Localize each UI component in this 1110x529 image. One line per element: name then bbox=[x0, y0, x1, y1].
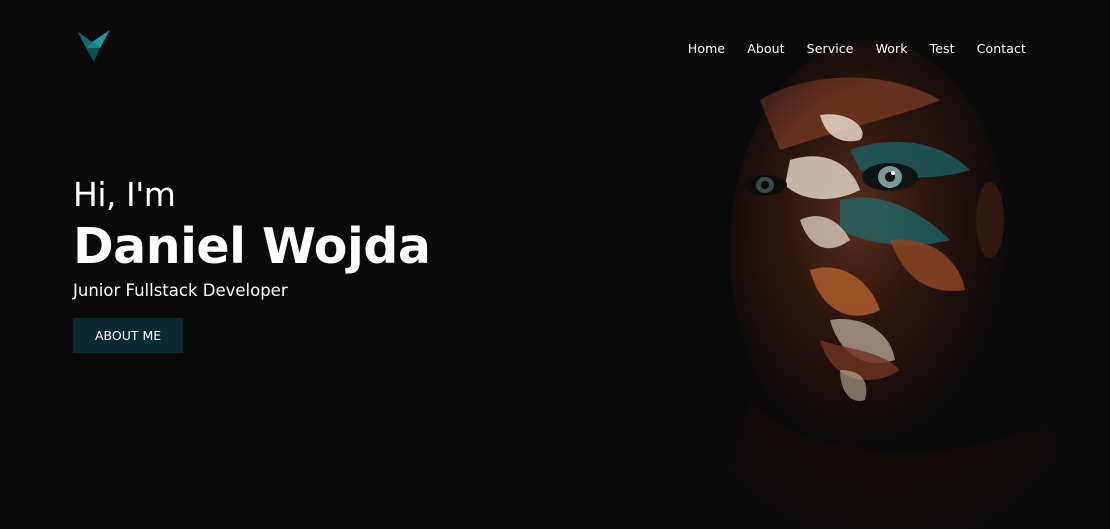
about-me-button[interactable]: ABOUT ME bbox=[73, 318, 184, 353]
main-nav: Home About Service Work Test Contact bbox=[666, 40, 1026, 58]
hero-page: Home About Service Work Test Contact Hi,… bbox=[0, 0, 1110, 529]
painted-face-portrait bbox=[690, 40, 1090, 529]
hero-section: Hi, I'm Daniel Wojda Junior Fullstack De… bbox=[73, 174, 431, 353]
origami-bird-icon[interactable] bbox=[74, 26, 112, 64]
nav-item-test[interactable]: Test bbox=[930, 40, 955, 58]
nav-item-contact[interactable]: Contact bbox=[977, 40, 1026, 58]
hero-greeting: Hi, I'm bbox=[73, 175, 176, 214]
nav-item-service[interactable]: Service bbox=[807, 40, 854, 58]
nav-item-about[interactable]: About bbox=[747, 40, 784, 58]
nav-item-home[interactable]: Home bbox=[688, 40, 725, 58]
hero-subtitle: Junior Fullstack Developer bbox=[73, 281, 288, 300]
hero-name: Daniel Wojda bbox=[73, 218, 431, 275]
nav-item-work[interactable]: Work bbox=[876, 40, 908, 58]
